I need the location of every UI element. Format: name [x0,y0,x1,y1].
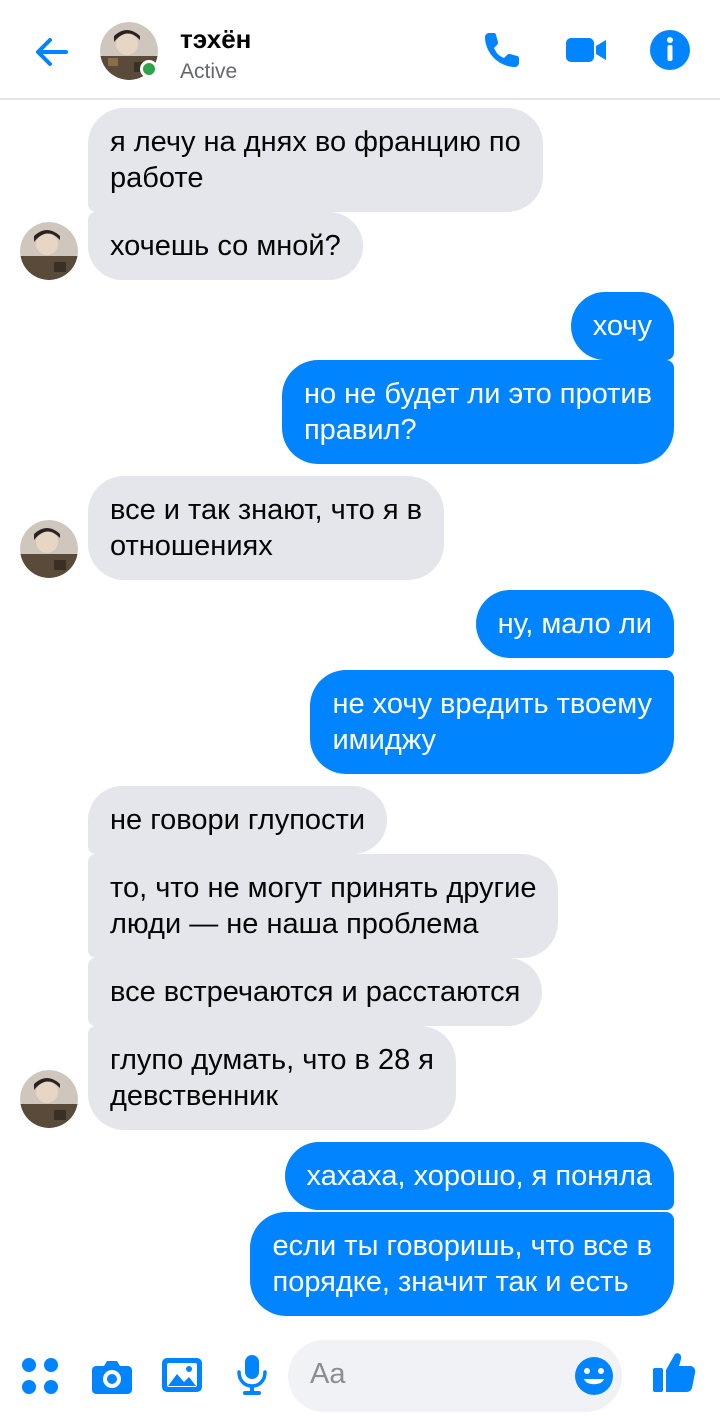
message-line: я лечу на днях во францию по [110,126,521,158]
message-incoming[interactable]: глупо думать, что в 28 я девственник [88,1026,457,1130]
message-line: девственник [110,1080,279,1112]
message-outgoing[interactable]: ну, мало ли [475,590,674,658]
gallery-icon[interactable] [160,1352,204,1396]
camera-icon[interactable] [90,1354,134,1398]
sender-avatar[interactable] [20,1070,78,1128]
message-line: все встречаются и расстаются [110,976,521,1008]
message-outgoing[interactable]: не хочу вредить твоему имиджу [310,670,674,774]
message-line: все и так знают, что я в [110,494,423,526]
emoji-icon[interactable] [572,1354,616,1398]
message-line: но не будет ли это против [303,378,652,410]
chat-header: тэхён Active [0,0,720,100]
contact-name[interactable]: тэхён [180,24,251,55]
message-line: хахаха, хорошо, я поняла [306,1160,652,1192]
sender-avatar[interactable] [20,520,78,578]
message-outgoing[interactable]: если ты говоришь, что все в порядке, зна… [250,1212,674,1316]
message-line: глупо думать, что в 28 я [110,1044,435,1076]
video-call-icon[interactable] [564,28,608,72]
message-incoming[interactable]: все и так знают, что я в отношениях [88,476,445,580]
sender-avatar[interactable] [20,222,78,280]
message-line: правил? [303,414,417,446]
message-line: хочешь со мной? [110,230,341,262]
back-arrow-icon[interactable] [28,28,76,76]
online-indicator [140,60,158,78]
message-incoming[interactable]: не говори глупости [88,786,388,854]
message-line: не хочу вредить твоему [332,688,652,720]
message-incoming[interactable]: я лечу на днях во францию по работе [88,108,543,212]
message-outgoing[interactable]: но не будет ли это против правил? [281,360,674,464]
apps-icon[interactable] [18,1354,62,1398]
like-icon[interactable] [650,1348,698,1396]
message-outgoing[interactable]: хахаха, хорошо, я поняла [284,1142,674,1210]
message-line: если ты говоришь, что все в [272,1230,652,1262]
message-line: работе [110,162,204,194]
message-input-placeholder: Aa [310,1358,346,1390]
info-icon[interactable] [648,28,692,72]
message-outgoing[interactable]: хочу [570,292,674,360]
contact-status: Active [180,60,238,83]
message-input[interactable]: Aa [288,1340,622,1412]
message-line: порядке, значит так и есть [272,1266,629,1298]
message-line: хочу [592,310,652,342]
mic-icon[interactable] [230,1352,274,1396]
message-incoming[interactable]: все встречаются и расстаются [88,958,543,1026]
message-line: имиджу [332,724,436,756]
phone-call-icon[interactable] [480,28,524,72]
message-line: ну, мало ли [497,608,652,640]
message-incoming[interactable]: то, что не могут принять другие люди — н… [88,854,559,958]
message-composer: Aa [0,1330,720,1424]
message-line: то, что не могут принять другие [110,872,537,904]
message-incoming[interactable]: хочешь со мной? [88,212,363,280]
message-line: люди — не наша проблема [110,908,479,940]
message-line: не говори глупости [110,804,366,836]
message-line: отношениях [110,530,273,562]
